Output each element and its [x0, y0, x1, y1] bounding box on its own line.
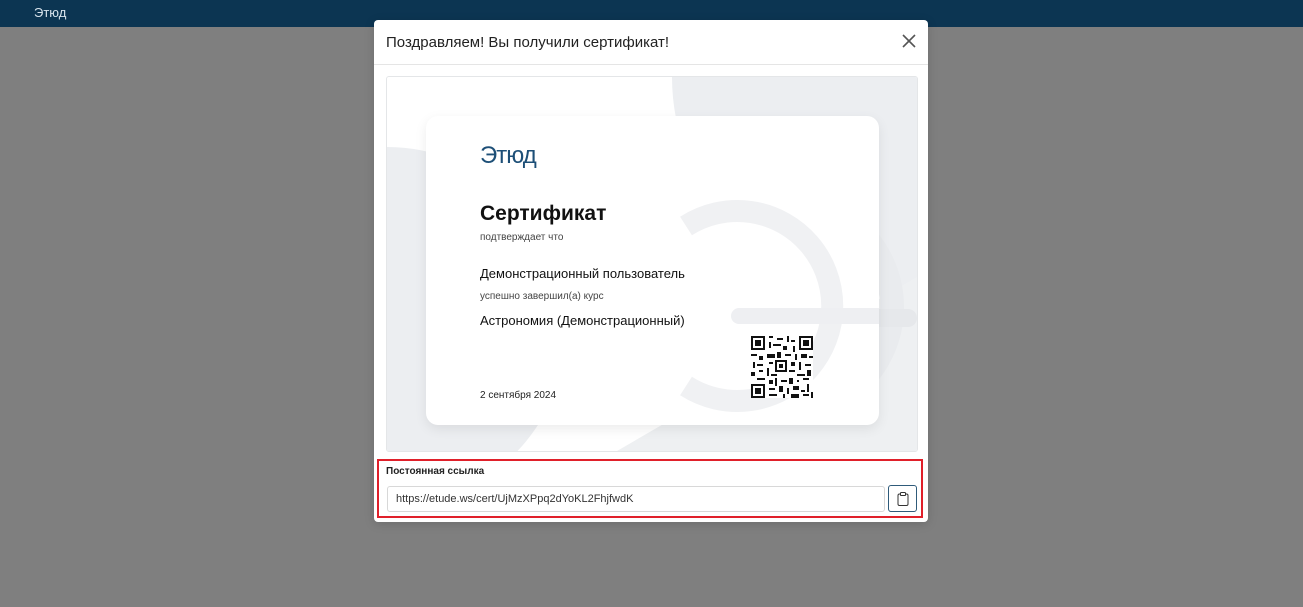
certificate-course-name: Астрономия (Демонстрационный) [480, 313, 685, 328]
permalink-label: Постоянная ссылка [386, 466, 485, 477]
clipboard-icon [897, 492, 909, 506]
certificate-title: Сертификат [480, 202, 607, 225]
close-icon [902, 34, 916, 48]
qr-code-icon [751, 336, 813, 398]
certificate-completed-text: успешно завершил(а) курс [480, 291, 604, 302]
certificate-date: 2 сентября 2024 [480, 390, 557, 401]
certificate-user-name: Демонстрационный пользователь [480, 266, 685, 281]
certificate-logo: Этюд [480, 142, 537, 169]
dialog-header: Поздравляем! Вы получили сертификат! [374, 20, 928, 65]
dialog-title: Поздравляем! Вы получили сертификат! [386, 34, 670, 51]
close-button[interactable] [900, 32, 918, 50]
certificate-preview: Этюд Сертификат подтверждает что Демонст… [386, 76, 918, 452]
certificate-card: Этюд Сертификат подтверждает что Демонст… [426, 116, 879, 425]
certificate-dialog: Поздравляем! Вы получили сертификат! Этю… [374, 20, 928, 522]
certificate-confirms-text: подтверждает что [480, 232, 564, 243]
permalink-section: Постоянная ссылка [377, 459, 923, 518]
copy-link-button[interactable] [888, 485, 917, 512]
app-logo[interactable]: Этюд [34, 5, 66, 20]
permalink-input[interactable] [387, 486, 885, 512]
